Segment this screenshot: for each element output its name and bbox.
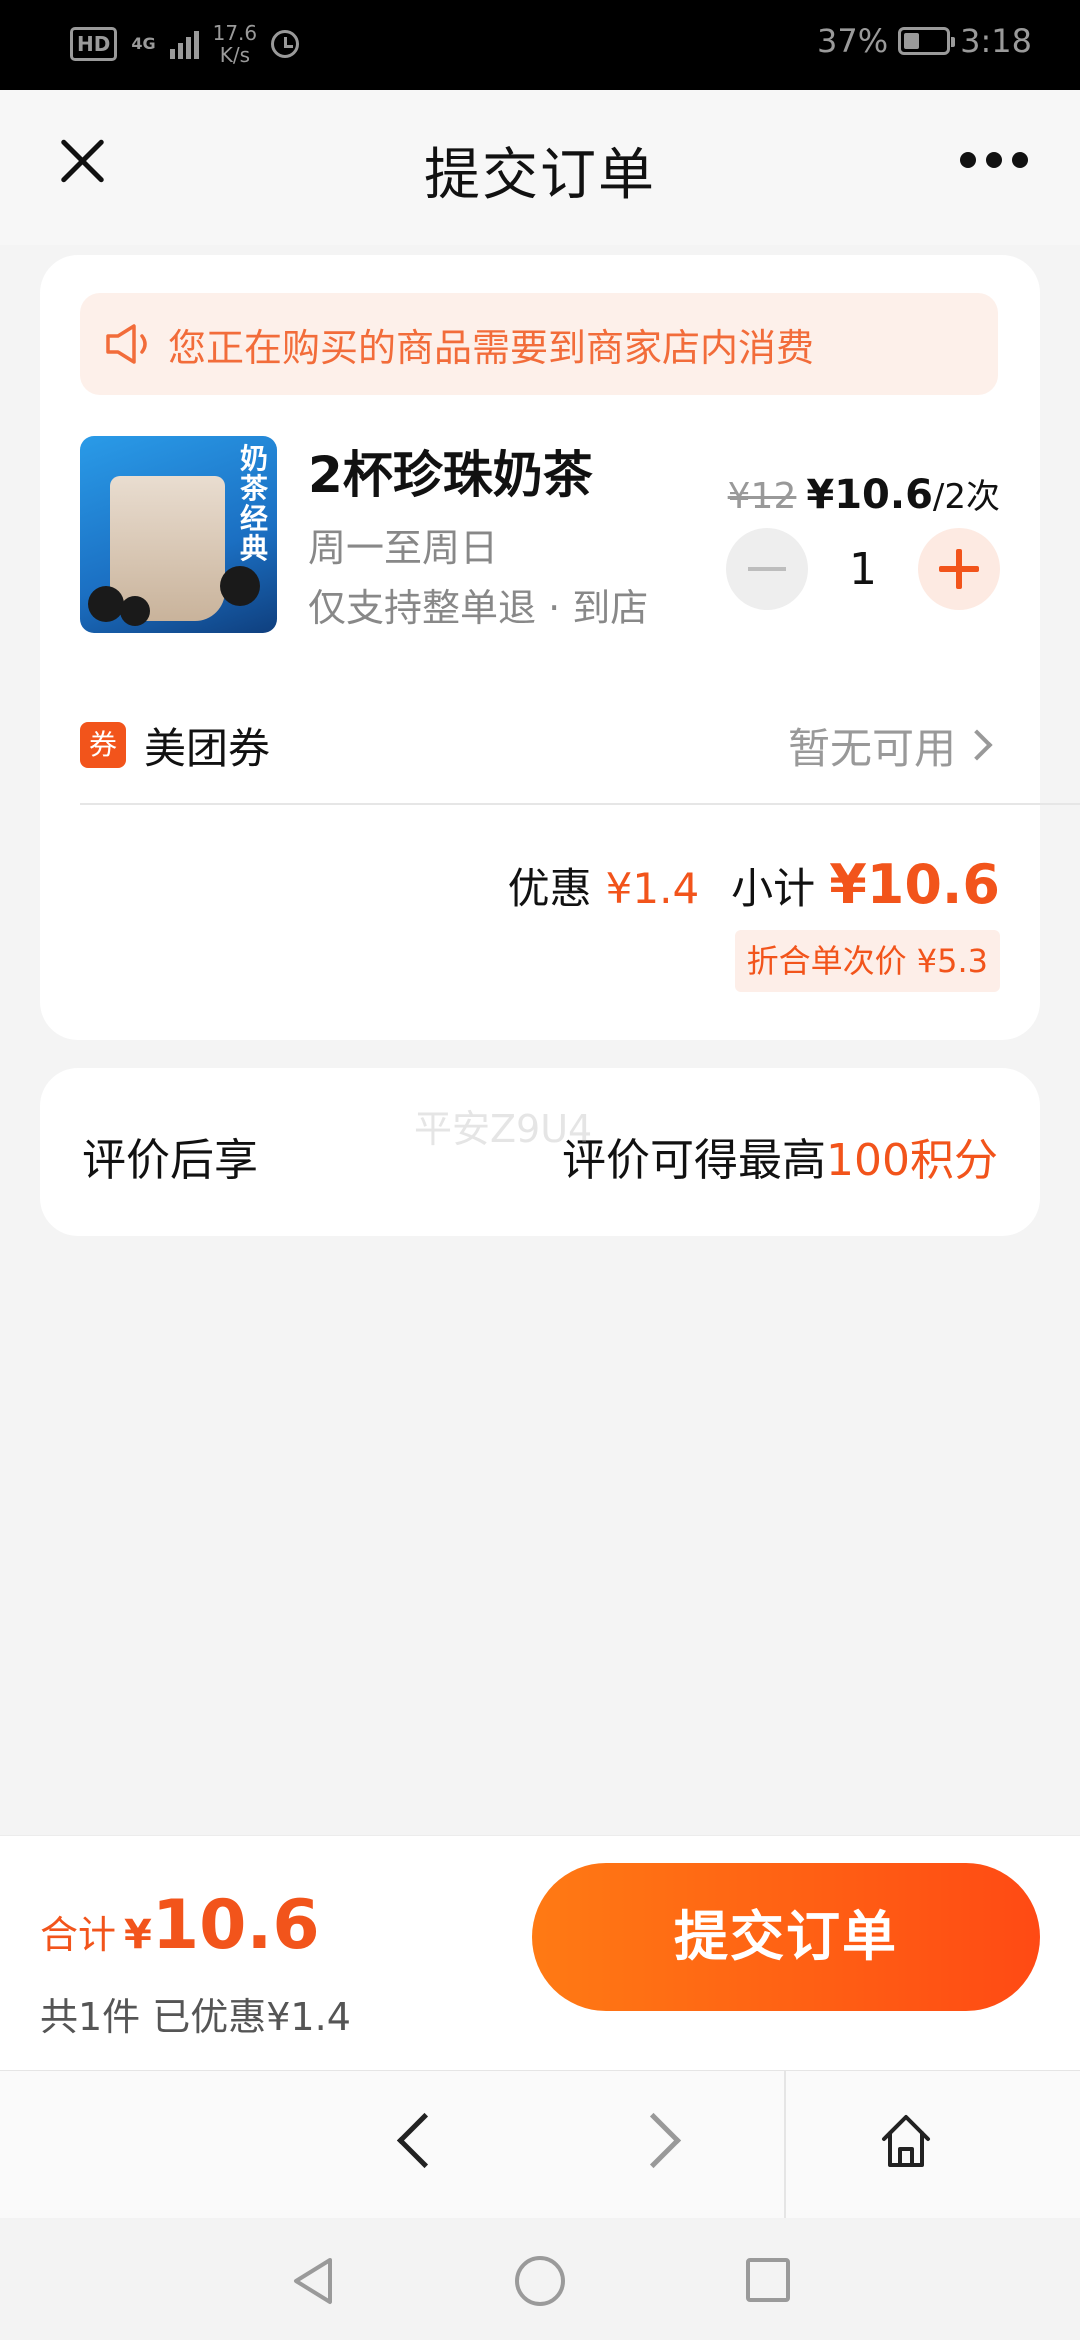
status-right: 37% 3:18 xyxy=(817,22,1032,60)
product-refund-policy: 仅支持整单退 · 到店 xyxy=(308,586,649,630)
price-line: ¥12 ¥10.6 /2次 xyxy=(728,469,1000,518)
home-icon[interactable] xyxy=(878,2111,934,2171)
current-price: ¥10.6 xyxy=(806,472,933,518)
page-header: 提交订单 xyxy=(0,90,1080,245)
subtotal-value: ¥10.6 xyxy=(829,853,1000,916)
store-notice: 您正在购买的商品需要到商家店内消费 xyxy=(80,293,998,395)
status-left: HD 4G 17.6 K/s xyxy=(70,22,300,66)
back-arrow-icon[interactable] xyxy=(396,2112,453,2169)
coupon-icon: 券 xyxy=(80,722,126,768)
signal-icon xyxy=(169,29,199,59)
total-line: 合计 ¥ 10.6 xyxy=(40,1886,320,1965)
review-label: 评价后享 xyxy=(82,1135,258,1186)
total-label: 合计 xyxy=(40,1913,117,1957)
product-image-text: 奶茶经典 xyxy=(239,442,268,565)
status-bar: HD 4G 17.6 K/s 37% 3:18 xyxy=(0,0,1080,90)
review-reward-points: 100积分 xyxy=(826,1135,998,1186)
system-home-icon[interactable] xyxy=(515,2256,565,2306)
clock: 3:18 xyxy=(960,22,1032,60)
coupon-row[interactable]: 券 美团券 暂无可用 xyxy=(80,705,998,785)
notice-text: 您正在购买的商品需要到商家店内消费 xyxy=(168,325,815,370)
total-currency: ¥ xyxy=(124,1912,152,1958)
product-name: 2杯珍珠奶茶 xyxy=(308,446,593,504)
pearl-graphic xyxy=(88,586,124,622)
nav-separator xyxy=(784,2071,786,2219)
decrease-quantity-button[interactable] xyxy=(726,528,808,610)
speed-value: 17.6 xyxy=(212,21,258,45)
discount-value: ¥1.4 xyxy=(605,864,700,913)
speed-unit: K/s xyxy=(219,43,251,67)
quantity-value: 1 xyxy=(849,543,877,595)
pearl-graphic xyxy=(120,596,150,626)
product-valid-days: 周一至周日 xyxy=(308,526,499,570)
hd-indicator: HD xyxy=(70,27,118,61)
price-unit: /2次 xyxy=(932,477,1000,517)
unit-price-badge: 折合单次价 ¥5.3 xyxy=(734,930,1000,992)
page-title: 提交订单 xyxy=(424,143,656,208)
speaker-icon xyxy=(106,324,147,364)
subtotal-label: 小计 xyxy=(731,864,816,913)
system-nav-bar xyxy=(0,2218,1080,2340)
coupon-status: 暂无可用 xyxy=(787,723,956,773)
chevron-right-icon xyxy=(961,729,993,761)
system-back-icon[interactable] xyxy=(290,2256,336,2306)
original-price: ¥12 xyxy=(727,476,797,517)
alarm-icon xyxy=(271,30,300,58)
divider xyxy=(80,803,1080,805)
watermark: 平安Z9U4 xyxy=(414,1107,593,1151)
pearl-graphic xyxy=(220,566,260,606)
system-recents-icon[interactable] xyxy=(746,2258,790,2302)
order-card: 您正在购买的商品需要到商家店内消费 奶茶经典 2杯珍珠奶茶 周一至周日 仅支持整… xyxy=(40,255,1080,1040)
forward-arrow-icon[interactable] xyxy=(625,2112,682,2169)
more-options-icon[interactable] xyxy=(960,152,1028,168)
increase-quantity-button[interactable] xyxy=(918,528,1000,610)
submit-order-button[interactable]: 提交订单 xyxy=(532,1863,1040,2011)
quantity-stepper: 1 xyxy=(726,528,1000,610)
browser-nav xyxy=(0,2070,1080,2219)
network-speed: 17.6 K/s xyxy=(213,22,258,66)
review-reward-prefix: 评价可得最高 xyxy=(562,1135,827,1186)
battery-fill xyxy=(904,33,920,49)
subtotal-row: 优惠 ¥1.4 小计 ¥10.6 xyxy=(508,853,1000,916)
battery-percent: 37% xyxy=(817,22,889,60)
checkout-bar: 合计 ¥ 10.6 共1件 已优惠¥1.4 提交订单 xyxy=(0,1835,1080,2071)
coupon-label: 美团券 xyxy=(144,723,271,773)
review-reward: 评价可得最高100积分 xyxy=(562,1124,998,1188)
total-summary: 共1件 已优惠¥1.4 xyxy=(40,1995,351,2039)
total-value: 10.6 xyxy=(151,1886,320,1965)
product-image[interactable]: 奶茶经典 xyxy=(80,436,277,633)
network-type: 4G xyxy=(131,34,156,53)
battery-icon xyxy=(898,27,956,55)
discount-label: 优惠 xyxy=(507,864,592,913)
